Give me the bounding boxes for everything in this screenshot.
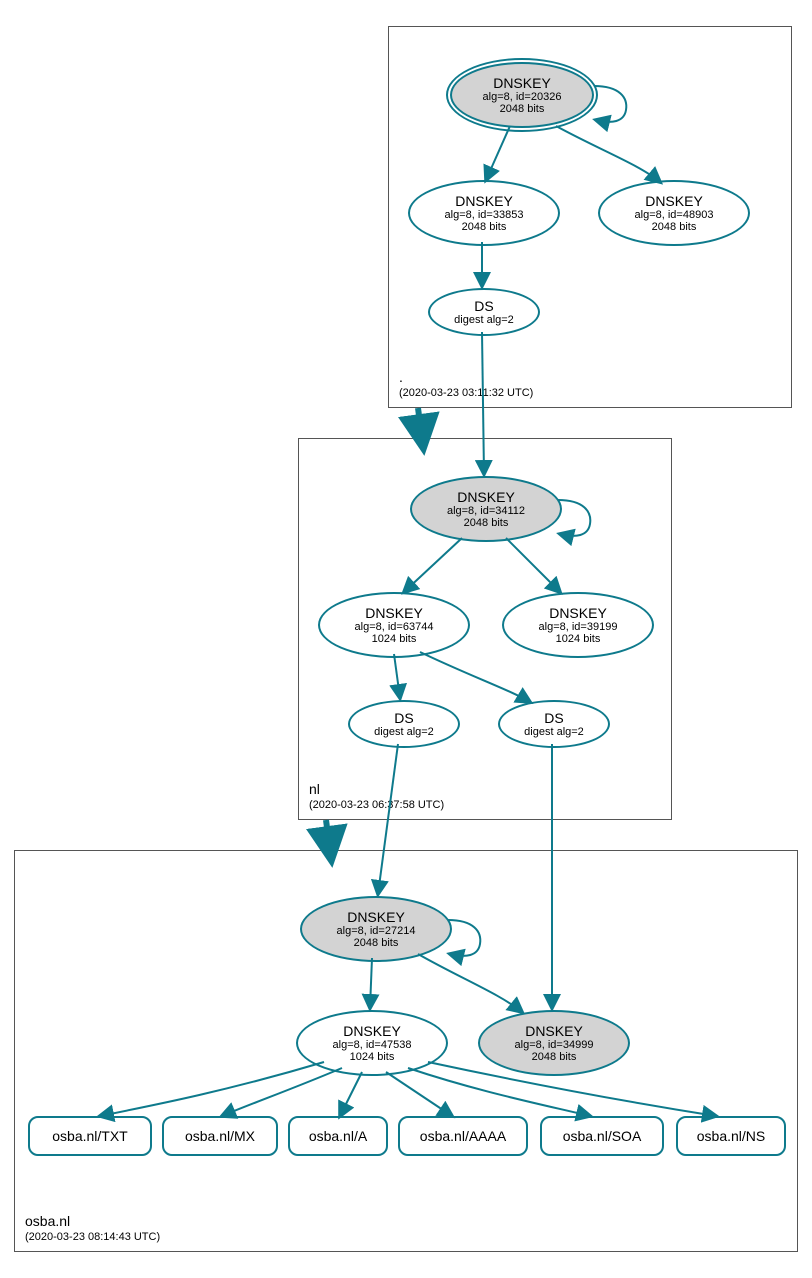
node-title: DS	[544, 710, 563, 726]
node-sub2: 2048 bits	[532, 1051, 577, 1063]
node-title: DS	[394, 710, 413, 726]
node-root-ksk: DNSKEY alg=8, id=20326 2048 bits	[450, 62, 594, 128]
node-title: DNSKEY	[457, 489, 515, 505]
node-sub1: digest alg=2	[454, 314, 514, 326]
node-rr-soa: osba.nl/SOA	[540, 1116, 664, 1156]
zone-nl-name: nl	[309, 781, 444, 797]
node-root-zsk2: DNSKEY alg=8, id=48903 2048 bits	[598, 180, 750, 246]
node-osba-ksk: DNSKEY alg=8, id=27214 2048 bits	[300, 896, 452, 962]
node-nl-ds1: DS digest alg=2	[348, 700, 460, 748]
node-title: DNSKEY	[343, 1023, 401, 1039]
node-title: DNSKEY	[645, 193, 703, 209]
node-title: DS	[474, 298, 493, 314]
zone-osba-label: osba.nl (2020-03-23 08:14:43 UTC)	[25, 1213, 160, 1243]
node-title: DNSKEY	[493, 75, 551, 91]
rr-label: osba.nl/NS	[697, 1128, 765, 1144]
node-sub1: alg=8, id=34112	[447, 505, 525, 517]
node-sub2: 1024 bits	[372, 633, 417, 645]
node-rr-mx: osba.nl/MX	[162, 1116, 278, 1156]
zone-osba-ts: (2020-03-23 08:14:43 UTC)	[25, 1231, 160, 1243]
node-sub1: alg=8, id=20326	[483, 91, 562, 103]
node-nl-ds2: DS digest alg=2	[498, 700, 610, 748]
node-rr-ns: osba.nl/NS	[676, 1116, 786, 1156]
zone-nl-label: nl (2020-03-23 06:37:58 UTC)	[309, 781, 444, 811]
node-rr-txt: osba.nl/TXT	[28, 1116, 152, 1156]
node-sub1: digest alg=2	[524, 726, 584, 738]
node-sub1: alg=8, id=63744	[355, 621, 434, 633]
node-sub2: 2048 bits	[500, 103, 545, 115]
zone-root-ts: (2020-03-23 03:11:32 UTC)	[399, 387, 533, 399]
node-title: DNSKEY	[365, 605, 423, 621]
node-sub2: 2048 bits	[464, 517, 509, 529]
node-root-zsk1: DNSKEY alg=8, id=33853 2048 bits	[408, 180, 560, 246]
node-nl-zsk1: DNSKEY alg=8, id=63744 1024 bits	[318, 592, 470, 658]
node-osba-ksk2: DNSKEY alg=8, id=34999 2048 bits	[478, 1010, 630, 1076]
node-title: DNSKEY	[455, 193, 513, 209]
zone-root-label: . (2020-03-23 03:11:32 UTC)	[399, 369, 533, 399]
rr-label: osba.nl/SOA	[563, 1128, 642, 1144]
node-sub1: alg=8, id=34999	[515, 1039, 594, 1051]
node-sub2: 2048 bits	[652, 221, 697, 233]
node-sub2: 1024 bits	[350, 1051, 395, 1063]
node-title: DNSKEY	[549, 605, 607, 621]
zone-root-name: .	[399, 369, 533, 385]
node-sub1: alg=8, id=48903	[635, 209, 714, 221]
node-sub2: 2048 bits	[354, 937, 399, 949]
node-nl-zsk2: DNSKEY alg=8, id=39199 1024 bits	[502, 592, 654, 658]
node-rr-aaaa: osba.nl/AAAA	[398, 1116, 528, 1156]
node-nl-ksk: DNSKEY alg=8, id=34112 2048 bits	[410, 476, 562, 542]
zone-nl-ts: (2020-03-23 06:37:58 UTC)	[309, 799, 444, 811]
node-title: DNSKEY	[347, 909, 405, 925]
rr-label: osba.nl/MX	[185, 1128, 255, 1144]
node-sub1: alg=8, id=47538	[333, 1039, 412, 1051]
rr-label: osba.nl/AAAA	[420, 1128, 506, 1144]
node-osba-zsk: DNSKEY alg=8, id=47538 1024 bits	[296, 1010, 448, 1076]
rr-label: osba.nl/TXT	[52, 1128, 127, 1144]
node-title: DNSKEY	[525, 1023, 583, 1039]
node-root-ds: DS digest alg=2	[428, 288, 540, 336]
node-sub2: 2048 bits	[462, 221, 507, 233]
zone-osba-name: osba.nl	[25, 1213, 160, 1229]
node-sub1: alg=8, id=39199	[539, 621, 618, 633]
node-sub2: 1024 bits	[556, 633, 601, 645]
node-rr-a: osba.nl/A	[288, 1116, 388, 1156]
node-sub1: alg=8, id=27214	[337, 925, 416, 937]
rr-label: osba.nl/A	[309, 1128, 367, 1144]
node-sub1: digest alg=2	[374, 726, 434, 738]
node-sub1: alg=8, id=33853	[445, 209, 524, 221]
